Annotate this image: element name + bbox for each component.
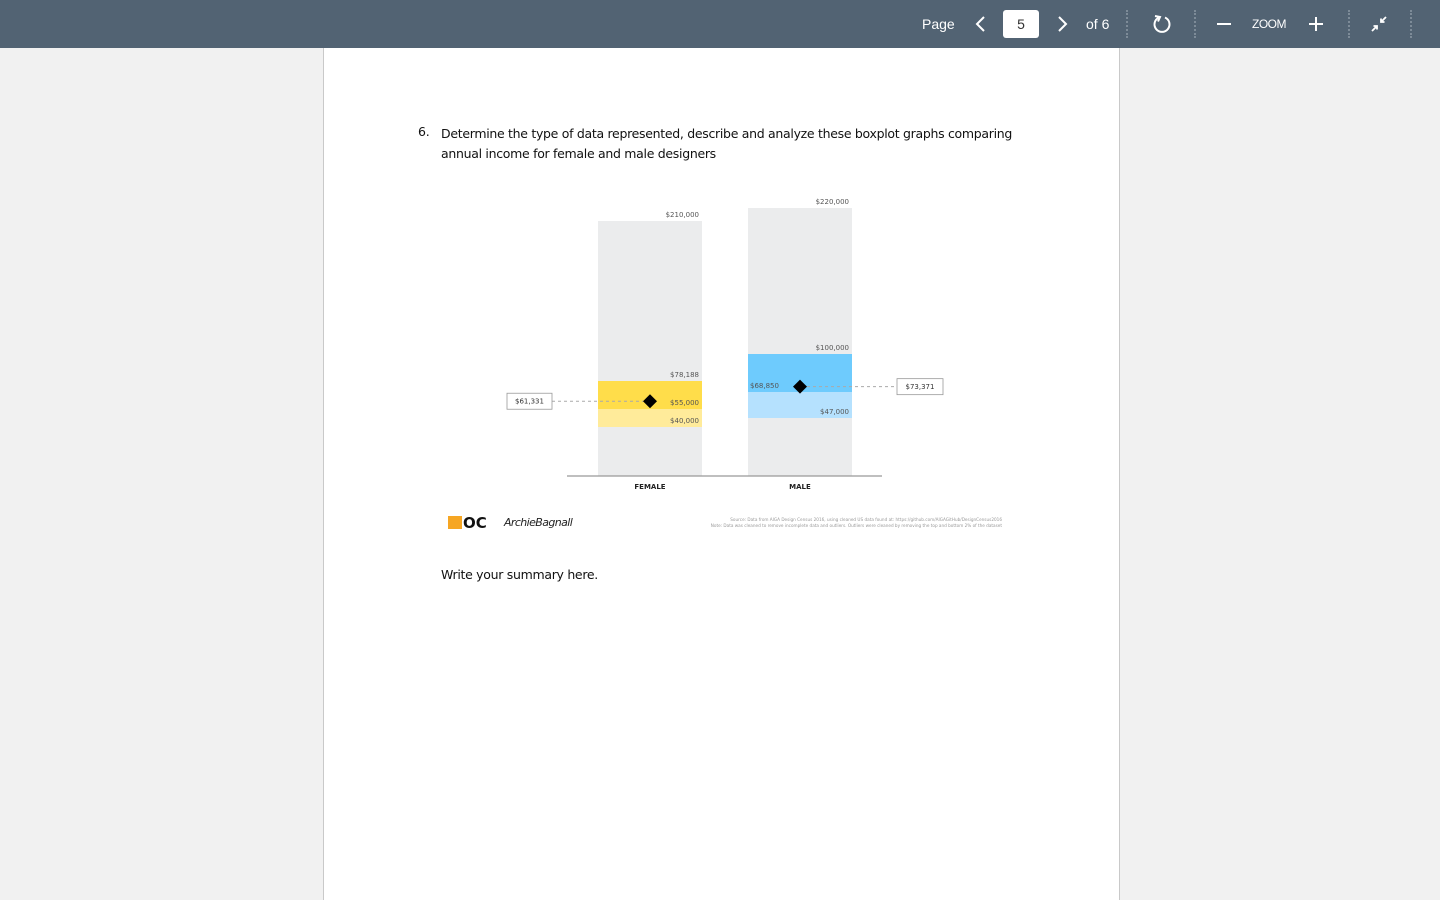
toolbar-divider (1126, 10, 1128, 38)
zoom-in-icon (1309, 17, 1323, 31)
male-max-label: $220,000 (816, 198, 849, 206)
female-category-label: FEMALE (634, 483, 665, 491)
archie-bagnall-logo: ArchieBagnall (503, 516, 573, 529)
female-max-label: $210,000 (666, 211, 699, 219)
female-q1-label: $40,000 (670, 417, 699, 425)
zoom-label: ZOOM (1252, 17, 1287, 31)
oc-logo-text: OC (463, 514, 487, 532)
note-line: Note: Data was cleaned to remove incompl… (711, 523, 1003, 528)
chevron-right-icon (1058, 16, 1068, 32)
exit-fullscreen-icon (1371, 16, 1387, 32)
page-count-label: of 6 (1086, 16, 1110, 32)
toolbar-divider (1410, 10, 1412, 38)
exit-fullscreen-button[interactable] (1368, 0, 1390, 48)
oc-logo: OC (448, 514, 487, 532)
page-label: Page (922, 16, 955, 32)
male-category-label: MALE (789, 483, 811, 491)
male-mean-label: $73,371 (906, 383, 935, 391)
female-median-label: $55,000 (670, 399, 699, 407)
toolbar-divider (1348, 10, 1350, 38)
rotate-icon (1153, 15, 1171, 33)
pdf-page: 6. Determine the type of data represente… (323, 48, 1120, 900)
female-mean-label: $61,331 (515, 398, 544, 406)
male-range-bar (748, 208, 852, 476)
zoom-out-icon (1217, 23, 1231, 25)
female-range-bar (598, 221, 702, 476)
source-line: Source: Data from AIGA Design Census 201… (730, 517, 1002, 522)
toolbar-divider (1194, 10, 1196, 38)
oc-logo-mark (448, 516, 462, 529)
chevron-left-icon (975, 16, 985, 32)
summary-prompt: Write your summary here. (441, 567, 598, 582)
next-page-button[interactable] (1053, 0, 1073, 48)
male-q3-label: $100,000 (816, 344, 849, 352)
zoom-out-button[interactable] (1214, 0, 1234, 48)
male-median-label: $68,850 (750, 382, 779, 390)
page-number-input[interactable]: 5 (1003, 10, 1039, 38)
pdf-toolbar: Page 5 of 6 ZOOM (0, 0, 1440, 48)
female-q3-label: $78,188 (670, 371, 699, 379)
zoom-in-button[interactable] (1306, 0, 1326, 48)
boxplot-chart: $210,000 $78,188 $55,000 $40,000 $61,331 FEMA… (448, 198, 1003, 532)
previous-page-button[interactable] (970, 0, 990, 48)
rotate-button[interactable] (1149, 0, 1175, 48)
male-q1-label: $47,000 (820, 408, 849, 416)
